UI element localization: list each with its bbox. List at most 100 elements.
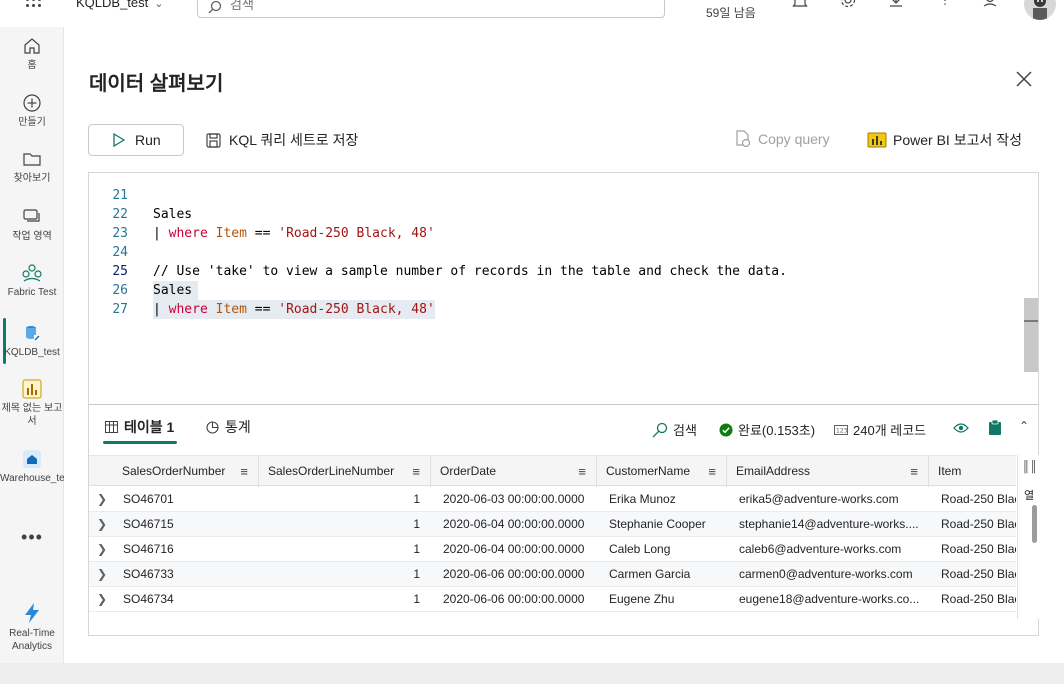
search-input[interactable] — [230, 0, 630, 12]
column-header-emailaddress[interactable]: EmailAddress ≡ — [727, 456, 929, 487]
column-header-customername[interactable]: CustomerName ≡ — [597, 456, 727, 487]
app-launcher-icon[interactable] — [26, 0, 44, 10]
cell-salesordernumber: SO46715 — [123, 517, 174, 531]
settings-icon[interactable] — [838, 0, 858, 12]
cell-salesorderlinenumber: 1 — [413, 592, 420, 606]
cell-item: Road-250 Black, 48 — [941, 567, 1016, 581]
download-icon[interactable] — [886, 0, 906, 12]
line-number: 27 — [112, 302, 128, 317]
nav-item-fabric-test[interactable]: Fabric Test — [0, 263, 64, 299]
global-search[interactable] — [197, 0, 665, 18]
cell-customername: Stephanie Cooper — [609, 517, 706, 531]
chevron-right-icon[interactable]: ❯ — [97, 537, 107, 562]
column-menu-icon[interactable]: ≡ — [708, 456, 716, 487]
column-menu-icon[interactable]: ≡ — [578, 456, 586, 487]
workspace-switcher[interactable]: KQLDB_test ⌄ — [76, 0, 163, 10]
create-power-bi-report-button[interactable]: Power BI 보고서 작성 — [867, 130, 1022, 150]
nav-more-button[interactable]: ••• — [0, 527, 64, 548]
table-row[interactable]: ❯ SO46733 1 2020-06-06 00:00:00.0000 Car… — [89, 562, 1016, 587]
workspaces-icon — [23, 209, 40, 222]
table-row[interactable]: ❯ SO46701 1 2020-06-03 00:00:00.0000 Eri… — [89, 487, 1016, 512]
cell-item: Road-250 Black, 48 — [941, 492, 1016, 506]
editor-scrollbar[interactable] — [1024, 298, 1038, 372]
code-line: 23 — [89, 205, 136, 241]
kql-editor[interactable]: 21 Sales 22 | where Item == 'Road-250 Bl… — [88, 172, 1039, 404]
search-icon — [208, 0, 222, 14]
tab-label: 통계 — [225, 419, 251, 435]
column-menu-icon[interactable]: ≡ — [412, 456, 420, 487]
nav-label: Warehouse_test2 — [0, 473, 79, 484]
chevron-right-icon[interactable]: ❯ — [97, 562, 107, 587]
explore-data-panel: 데이터 살펴보기 Run KQL 쿼리 세트로 저장 Copy query Po… — [64, 27, 1064, 663]
nav-item-untitled-report[interactable]: 제목 없는 보고서 — [0, 379, 64, 428]
help-icon[interactable] — [934, 0, 954, 12]
close-icon[interactable] — [1014, 69, 1034, 89]
more-icon: ••• — [21, 527, 43, 547]
column-header-label: Item — [938, 464, 962, 478]
code-line: 27 — [89, 281, 136, 317]
code-text: | where Item == 'Road-250 Black, 48' — [153, 226, 435, 241]
code-line: 26 | where Item == 'Road-250 Black, 48' — [89, 262, 435, 319]
nav-item-kqldb-test[interactable]: KQLDB_test — [0, 323, 64, 359]
save-as-queryset-button[interactable]: KQL 쿼리 세트로 저장 — [206, 130, 358, 150]
search-label: 검색 — [673, 423, 697, 438]
feedback-icon[interactable] — [980, 0, 1000, 12]
cell-item: Road-250 Black, 48 — [941, 517, 1016, 531]
cell-customername: Carmen Garcia — [609, 567, 691, 581]
home-icon — [24, 38, 40, 54]
trial-remaining: 59일 남음 — [706, 6, 756, 20]
code-text: Sales — [153, 281, 199, 300]
bell-icon[interactable] — [790, 0, 810, 12]
eye-icon[interactable] — [953, 422, 969, 434]
column-menu-icon[interactable]: ≡ — [910, 456, 918, 487]
chevron-right-icon[interactable]: ❯ — [97, 587, 107, 612]
query-status: 완료(0.153초) — [719, 420, 815, 439]
active-tab-indicator — [103, 441, 177, 444]
nav-label: Real-Time Analytics — [9, 628, 55, 652]
nav-label: Fabric Test — [7, 287, 57, 298]
cell-customername: Erika Munoz — [609, 492, 676, 506]
column-header-orderdate[interactable]: OrderDate ≡ — [431, 456, 597, 487]
column-header-label: OrderDate — [440, 464, 497, 478]
cell-salesorderlinenumber: 1 — [413, 517, 420, 531]
scrollbar-cursor-marker — [1024, 320, 1038, 322]
column-header-label: EmailAddress — [736, 464, 811, 478]
column-menu-icon[interactable]: ≡ — [240, 456, 248, 487]
nav-item-warehouse[interactable]: Warehouse_test2 — [0, 449, 79, 485]
copy-query-button[interactable]: Copy query — [734, 130, 830, 148]
code-comment: // Use 'take' to view a sample number of… — [153, 264, 787, 279]
nav-label: KQLDB_test — [4, 347, 60, 358]
results-search-button[interactable]: 검색 — [652, 420, 697, 439]
nav-item-real-time-analytics[interactable]: Real-Time Analytics — [0, 602, 64, 653]
nav-item-browse[interactable]: 찾아보기 — [0, 149, 64, 185]
column-header-salesordernumber[interactable]: SalesOrderNumber ≡ — [113, 456, 259, 487]
column-header-item[interactable]: Item — [929, 456, 1016, 487]
table-row[interactable]: ❯ SO46734 1 2020-06-06 00:00:00.0000 Eug… — [89, 587, 1016, 612]
avatar[interactable] — [1024, 0, 1056, 20]
nav-item-workspaces[interactable]: 작업 영역 — [0, 207, 64, 243]
cell-emailaddress: stephanie14@adventure-works.... — [739, 517, 919, 531]
chevron-right-icon[interactable]: ❯ — [97, 487, 107, 512]
collapse-icon[interactable]: ⌃ — [1019, 419, 1029, 433]
grid-vertical-scrollbar[interactable] — [1032, 505, 1037, 543]
cell-salesorderlinenumber: 1 — [413, 567, 420, 581]
search-icon — [652, 422, 668, 437]
status-text: 완료(0.153초) — [738, 423, 816, 438]
cell-salesordernumber: SO46734 — [123, 592, 174, 606]
code-line: 24 // Use 'take' to view a sample number… — [89, 224, 787, 279]
cell-salesordernumber: SO46733 — [123, 567, 174, 581]
nav-label: 작업 영역 — [12, 231, 52, 242]
table-row[interactable]: ❯ SO46716 1 2020-06-04 00:00:00.0000 Cal… — [89, 537, 1016, 562]
column-header-salesorderlinenumber[interactable]: SalesOrderLineNumber ≡ — [259, 456, 431, 487]
run-button[interactable]: Run — [88, 124, 184, 156]
nav-item-create[interactable]: 만들기 — [0, 93, 64, 129]
chevron-right-icon[interactable]: ❯ — [97, 512, 107, 537]
copy-label: Copy query — [758, 131, 830, 147]
tab-stats[interactable]: 통계 — [206, 417, 251, 437]
tab-table-1[interactable]: 테이블 1 — [105, 417, 174, 437]
grid-header: SalesOrderNumber ≡ SalesOrderLineNumber ≡ … — [89, 455, 1016, 487]
nav-item-home[interactable]: 홈 — [0, 36, 64, 72]
columns-side-panel[interactable]: ║║ 열 — [1017, 455, 1039, 619]
clipboard-icon[interactable] — [988, 419, 1002, 436]
table-row[interactable]: ❯ SO46715 1 2020-06-04 00:00:00.0000 Ste… — [89, 512, 1016, 537]
